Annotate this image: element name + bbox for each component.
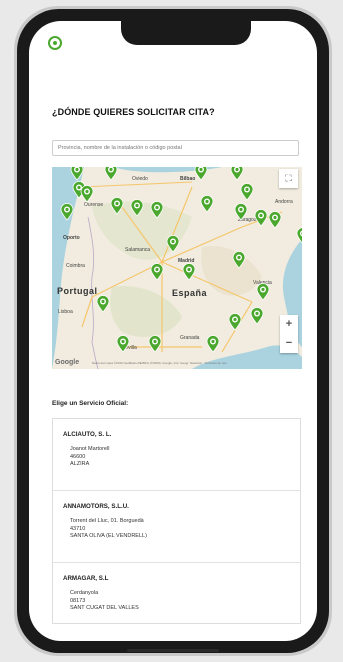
home-indicator — [127, 649, 219, 652]
section-label: Elige un Servicio Oficial: — [52, 400, 129, 407]
map-pin-icon[interactable] — [234, 203, 248, 221]
map-pin-icon[interactable] — [80, 185, 94, 203]
phone-notch — [121, 21, 251, 45]
dealer-map[interactable]: Oviedo Bilbao Ourense Oporto Salamanca M… — [52, 167, 302, 369]
map-pin-icon[interactable] — [296, 227, 302, 245]
dealer-name: ANNAMOTORS, S.L.U. — [63, 503, 129, 510]
map-pin-icon[interactable] — [182, 263, 196, 281]
phone-bezel: ¿DÓNDE QUIERES SOLICITAR CITA? Provincia… — [17, 9, 329, 653]
fullscreen-icon[interactable]: ⛶ — [279, 169, 298, 188]
page-title: ¿DÓNDE QUIERES SOLICITAR CITA? — [52, 107, 215, 117]
map-pin-icon[interactable] — [150, 263, 164, 281]
map-pin-icon[interactable] — [70, 167, 84, 181]
map-pin-icon[interactable] — [194, 167, 208, 181]
dealer-address: Joanot Martorell — [70, 446, 110, 452]
zoom-controls: + − — [280, 315, 298, 353]
map-pin-icon[interactable] — [268, 211, 282, 229]
list-item[interactable]: ARMAGAR, S.L Cerdanyola 08173 SANT CUGAT… — [53, 563, 300, 623]
map-pin-icon[interactable] — [232, 251, 246, 269]
map-label-andorra: Andorra — [275, 199, 293, 205]
dealer-name: ARMAGAR, S.L — [63, 575, 109, 582]
dealer-list: ALCIAUTO, S. L. Joanot Martorell 46600 A… — [52, 418, 301, 624]
dealer-city: SANTA OLIVA (EL VENDRELL) — [70, 533, 147, 539]
map-pin-icon[interactable] — [96, 295, 110, 313]
dealer-postal-code: 46600 — [70, 453, 86, 460]
map-label-oporto: Oporto — [63, 235, 80, 241]
map-label-granada: Granada — [180, 335, 200, 341]
map-pin-icon[interactable] — [104, 167, 118, 181]
map-pin-icon[interactable] — [116, 335, 130, 353]
map-pin-icon[interactable] — [148, 335, 162, 353]
map-pin-icon[interactable] — [150, 201, 164, 219]
dealer-address: Cerdanyola — [70, 590, 99, 596]
dealer-city: SANT CUGAT DEL VALLES — [70, 605, 139, 611]
map-pin-icon[interactable] — [110, 197, 124, 215]
map-pin-icon[interactable] — [130, 199, 144, 217]
skoda-logo-icon[interactable] — [48, 36, 62, 50]
phone-screen: ¿DÓNDE QUIERES SOLICITAR CITA? Provincia… — [29, 21, 317, 641]
map-label-oviedo: Oviedo — [132, 176, 148, 182]
page-content: ¿DÓNDE QUIERES SOLICITAR CITA? Provincia… — [29, 21, 317, 641]
dealer-postal-code: 43710 — [70, 525, 86, 532]
map-label-portugal: Portugal — [57, 286, 98, 296]
map-label-espana: España — [172, 288, 208, 298]
list-item[interactable]: ANNAMOTORS, S.L.U. Torrent del Lluc, 01.… — [53, 491, 300, 563]
zoom-out-button[interactable]: − — [286, 334, 292, 353]
map-pin-icon[interactable] — [60, 203, 74, 221]
list-item[interactable]: ALCIAUTO, S. L. Joanot Martorell 46600 A… — [53, 419, 300, 491]
map-pin-icon[interactable] — [206, 335, 220, 353]
map-pin-icon[interactable] — [230, 167, 244, 181]
map-label-lisboa: Lisboa — [58, 309, 73, 315]
map-pin-icon[interactable] — [166, 235, 180, 253]
phone-frame: ¿DÓNDE QUIERES SOLICITAR CITA? Provincia… — [14, 6, 332, 656]
map-pin-icon[interactable] — [254, 209, 268, 227]
map-pin-icon[interactable] — [250, 307, 264, 325]
zoom-in-button[interactable]: + — [286, 315, 292, 334]
map-pin-icon[interactable] — [228, 313, 242, 331]
map-pin-icon[interactable] — [240, 183, 254, 201]
map-label-salamanca: Salamanca — [125, 247, 151, 253]
map-label-coimbra: Coimbra — [66, 263, 85, 269]
dealer-postal-code: 08173 — [70, 597, 86, 604]
map-label-bilbao: Bilbao — [180, 176, 196, 182]
map-pin-icon[interactable] — [256, 283, 270, 301]
google-logo: Google — [55, 359, 80, 366]
dealer-name: ALCIAUTO, S. L. — [63, 431, 112, 438]
dealer-city: ALZIRA — [70, 461, 90, 467]
map-pin-icon[interactable] — [200, 195, 214, 213]
dealer-address: Torrent del Lluc, 01. Borguedà — [70, 518, 144, 524]
search-input[interactable] — [52, 140, 299, 156]
map-attribution[interactable]: Datos del mapa ©2019 GeoBasis-DE/BKG (©2… — [92, 361, 227, 365]
